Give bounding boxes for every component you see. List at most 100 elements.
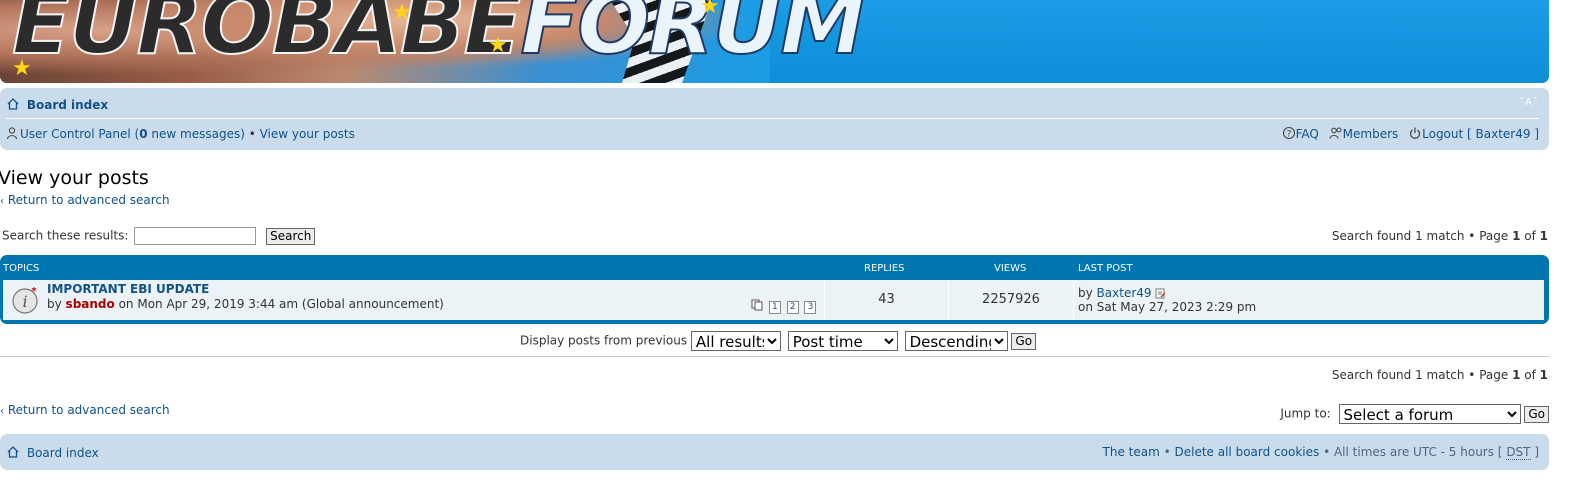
- footer-breadcrumb: Board index: [6, 445, 99, 460]
- user-links-row: User Control Panel (0 new messages) • Vi…: [6, 126, 1539, 144]
- view-latest-post-icon[interactable]: [1155, 288, 1166, 299]
- jump-forum-select[interactable]: Select a forum: [1338, 404, 1521, 424]
- separator-bullet: •: [244, 127, 260, 141]
- dst-abbr: DST: [1506, 445, 1531, 460]
- page-total: 1: [1539, 368, 1548, 382]
- view-your-posts-link[interactable]: View your posts: [260, 127, 355, 141]
- footer-board-index-link[interactable]: Board index: [27, 446, 99, 460]
- search-found-text: Search found 1 match • Page: [1331, 368, 1513, 382]
- new-messages-count: 0: [139, 127, 148, 141]
- faq-link[interactable]: FAQ: [1296, 127, 1319, 141]
- announcement-icon: i *: [12, 286, 38, 314]
- search-label: Search these results:: [2, 228, 129, 243]
- navbar-divider: [6, 118, 1539, 119]
- byline-prefix: by: [47, 297, 66, 311]
- delete-cookies-link[interactable]: Delete all board cookies: [1175, 445, 1320, 459]
- topic-replies: 43: [878, 292, 895, 307]
- search-found-text: Search found 1 match • Page: [1331, 229, 1513, 243]
- timezone-suffix: ]: [1530, 445, 1539, 459]
- star-icon: ★: [700, 0, 720, 19]
- sort-key-select[interactable]: Post time: [787, 331, 898, 351]
- star-icon: ★: [488, 33, 508, 58]
- navbar: Board index ˇAˆ User Control Panel (0 ne…: [0, 88, 1549, 150]
- topic-page-1[interactable]: 1: [768, 301, 781, 314]
- home-icon: [7, 98, 19, 110]
- sort-direction-select[interactable]: Descending: [904, 331, 1008, 351]
- members-link[interactable]: Members: [1343, 127, 1399, 141]
- return-to-search-bottom[interactable]: ‹ Return to advanced search: [0, 403, 170, 417]
- pagination-bottom: Search found 1 match • Page 1 of 1: [1332, 368, 1548, 382]
- search-input[interactable]: [134, 227, 257, 245]
- timezone-text: All times are UTC - 5 hours [: [1333, 445, 1507, 459]
- jump-box: Jump to: Select a forum Go: [1280, 404, 1549, 424]
- search-button[interactable]: Search: [266, 227, 316, 245]
- logo-text-euro: EUROBABE: [11, 0, 523, 75]
- topic-byline: by sbando on Mon Apr 29, 2019 3:44 am (G…: [47, 297, 444, 311]
- return-to-search-top[interactable]: ‹ Return to advanced search: [0, 193, 170, 207]
- home-icon: [7, 446, 19, 458]
- svg-text:*: *: [31, 286, 37, 297]
- display-options: Display posts from previous All results …: [520, 331, 1037, 351]
- jump-go-button[interactable]: Go: [1524, 405, 1549, 423]
- font-resize-label: A: [1525, 97, 1533, 108]
- members-icon: [1329, 127, 1342, 139]
- display-label: Display posts from previous: [520, 333, 688, 348]
- faq-icon: ?: [1282, 126, 1295, 140]
- column-divider: [1073, 280, 1074, 320]
- topics-table: Topics Replies Views Last post i * IMPOR…: [0, 255, 1549, 324]
- header-last-post: Last post: [1078, 263, 1133, 274]
- topic-title-link[interactable]: IMPORTANT EBI UPDATE: [47, 282, 209, 296]
- search-results-form: Search these results: Search: [2, 227, 316, 245]
- site-logo[interactable]: EUROBABEFORUM: [11, 0, 867, 75]
- svg-text:?: ?: [1286, 130, 1291, 140]
- header-views: Views: [994, 263, 1027, 274]
- page-title: View your posts: [0, 167, 149, 189]
- topic-page-3[interactable]: 3: [804, 301, 817, 314]
- topic-author-link[interactable]: sbando: [66, 297, 115, 311]
- header-replies: Replies: [864, 263, 905, 274]
- font-resize-control[interactable]: ˇAˆ: [1519, 97, 1539, 108]
- page-of: of: [1520, 368, 1540, 382]
- separator-bullet: •: [1319, 445, 1334, 459]
- jump-label: Jump to:: [1280, 406, 1331, 421]
- divider: [0, 356, 1549, 357]
- site-header-banner[interactable]: EUROBABEFORUM ★ ★ ★ ★: [0, 0, 1549, 83]
- page-total: 1: [1539, 229, 1548, 243]
- header-topics: Topics: [3, 263, 40, 274]
- last-post-date: on Sat May 27, 2023 2:29 pm: [1078, 300, 1257, 314]
- separator-bullet: •: [1159, 445, 1175, 459]
- user-icon: [6, 127, 18, 140]
- last-post-author-link[interactable]: Baxter49: [1097, 286, 1152, 300]
- topic-views: 2257926: [982, 292, 1040, 307]
- topic-posted-date: on Mon Apr 29, 2019 3:44 am (Global anno…: [114, 297, 444, 311]
- new-messages-suffix: new messages): [147, 127, 245, 141]
- star-icon: ★: [12, 56, 32, 81]
- topic-pagination: 1 2 3: [751, 298, 817, 314]
- chevron-left-icon: ‹: [0, 196, 4, 207]
- board-index-link[interactable]: Board index: [27, 98, 108, 112]
- logo-text-forum: FORUM: [519, 0, 866, 75]
- pagination-top: Search found 1 match • Page 1 of 1: [1332, 229, 1548, 243]
- footer-links: The team • Delete all board cookies • Al…: [1103, 445, 1539, 460]
- sort-go-button[interactable]: Go: [1011, 332, 1037, 350]
- last-post-prefix: by: [1078, 286, 1097, 300]
- svg-text:i: i: [22, 292, 27, 311]
- team-link[interactable]: The team: [1103, 445, 1160, 459]
- ucp-label: User Control Panel (: [20, 127, 140, 141]
- star-icon: ★: [392, 0, 412, 25]
- footer-navbar: Board index The team • Delete all board …: [0, 434, 1549, 470]
- table-row: i * IMPORTANT EBI UPDATE by sbando on Mo…: [3, 280, 1544, 320]
- user-menu-right: ? FAQ Members Logout [ Baxter49 ]: [1282, 126, 1539, 141]
- chevron-left-icon: ‹: [0, 406, 4, 417]
- sort-days-select[interactable]: All results: [690, 331, 781, 351]
- return-advanced-search-link[interactable]: Return to advanced search: [8, 403, 170, 417]
- return-advanced-search-link[interactable]: Return to advanced search: [8, 193, 170, 207]
- breadcrumb: Board index ˇAˆ: [6, 97, 1539, 115]
- pages-icon: [751, 299, 763, 311]
- topic-page-2[interactable]: 2: [786, 301, 799, 314]
- page-of: of: [1520, 229, 1540, 243]
- power-icon: [1410, 127, 1421, 139]
- logout-link[interactable]: Logout [ Baxter49 ]: [1422, 127, 1539, 141]
- ucp-link[interactable]: User Control Panel (0 new messages): [20, 127, 245, 141]
- last-post-info: by Baxter49 on Sat May 27, 2023 2:29 pm: [1078, 286, 1256, 314]
